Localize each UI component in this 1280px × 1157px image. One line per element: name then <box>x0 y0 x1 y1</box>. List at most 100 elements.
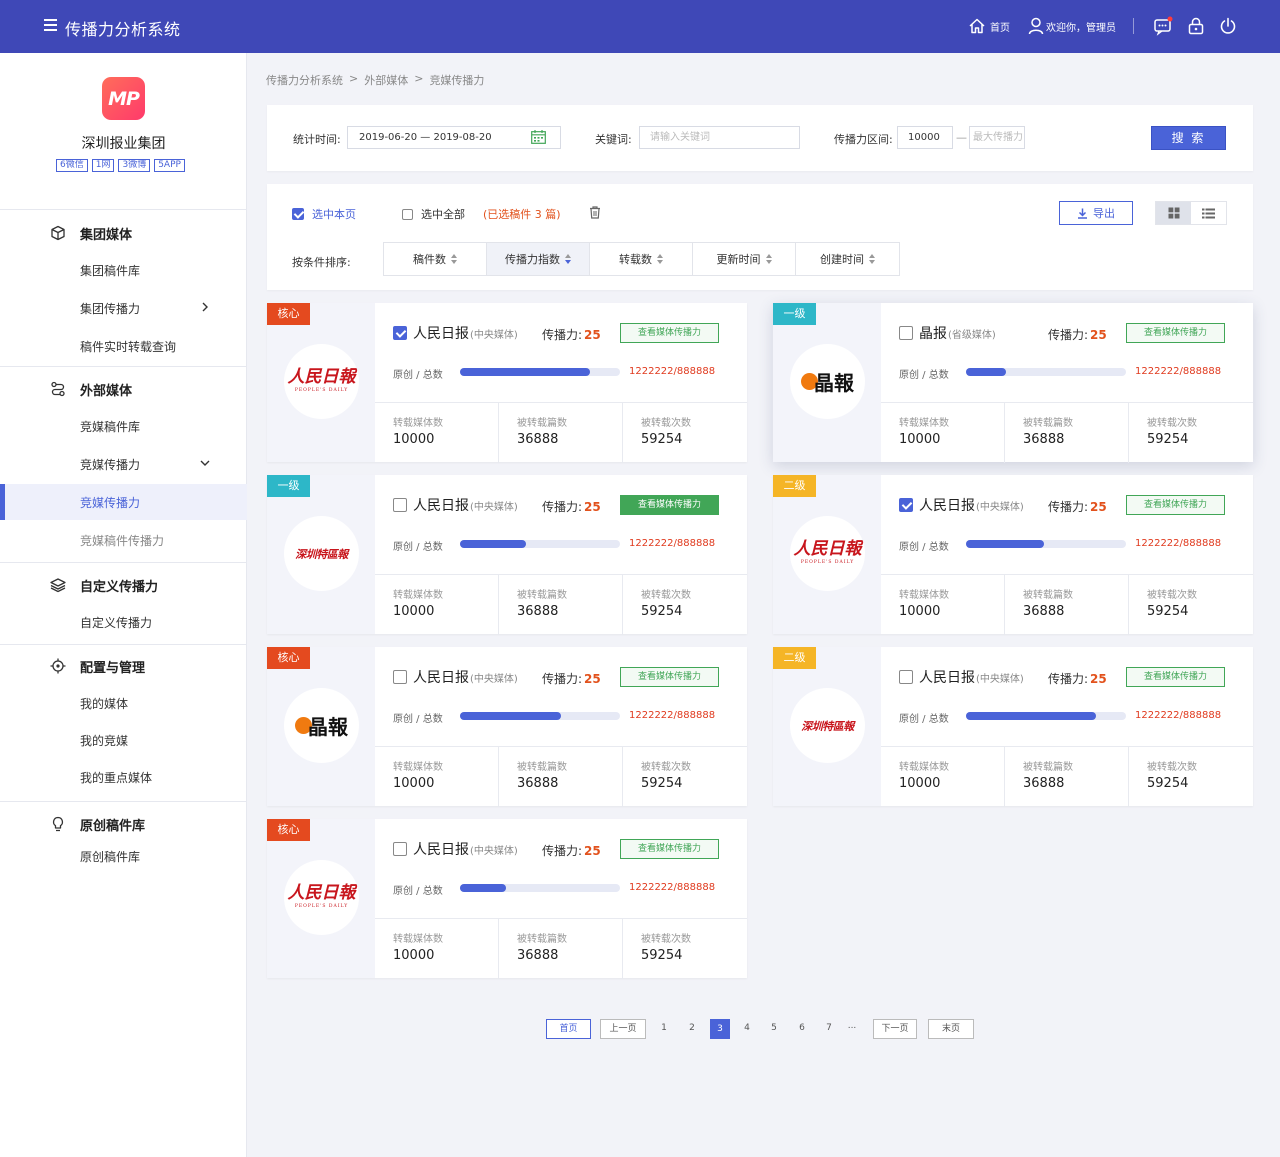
media-type: (中央媒体) <box>470 501 518 513</box>
group-original[interactable]: 原创稿件库 <box>0 814 247 834</box>
media-card[interactable]: 一级 深圳特區報 人民日报 (中央媒体) 传播力: 25 查看媒体传播力 原创 /… <box>267 475 747 635</box>
sidebar-item-label: 稿件实时转载查询 <box>80 340 177 354</box>
sidebar-item-group-power[interactable]: 集团传播力 <box>0 290 247 326</box>
sort-created[interactable]: 创建时间 <box>796 243 899 275</box>
view-media-power-button[interactable]: 查看媒体传播力 <box>620 667 719 687</box>
view-media-power-button[interactable]: 查看媒体传播力 <box>620 495 719 515</box>
card-checkbox[interactable] <box>899 498 913 512</box>
checkbox-checked[interactable] <box>292 208 304 220</box>
pager-page[interactable]: 1 <box>658 1019 670 1039</box>
menu-icon[interactable] <box>44 19 57 31</box>
tag-app[interactable]: 5APP <box>154 159 185 172</box>
sort-reprints[interactable]: 转载数 <box>590 243 693 275</box>
card-checkbox[interactable] <box>393 498 407 512</box>
trash-icon[interactable] <box>589 206 601 219</box>
media-card[interactable]: 二级 人民日報 PEOPLE'S DAILY 人民日报 (中央媒体) 传播力: 25… <box>773 475 1253 635</box>
view-media-power-button[interactable]: 查看媒体传播力 <box>620 839 719 859</box>
sidebar-item-my-media[interactable]: 我的媒体 <box>0 685 247 721</box>
group-title-label: 配置与管理 <box>80 660 146 676</box>
sidebar-item-custom-power[interactable]: 自定义传播力 <box>0 604 247 640</box>
tag-wechat[interactable]: 6微信 <box>56 159 88 172</box>
group-config[interactable]: 配置与管理 <box>0 656 247 676</box>
sidebar-item-competitor-power-parent[interactable]: 竞媒传播力 <box>0 446 247 482</box>
view-media-power-button[interactable]: 查看媒体传播力 <box>1126 667 1225 687</box>
power-value: 25 <box>1090 500 1107 514</box>
pager-page[interactable]: 6 <box>796 1019 808 1039</box>
pager-page[interactable]: 7 <box>823 1019 835 1039</box>
pager-page[interactable]: 4 <box>741 1019 753 1039</box>
power-score: 传播力: 25 <box>1048 500 1107 514</box>
sidebar-item-group-library[interactable]: 集团稿件库 <box>0 252 247 288</box>
home-link[interactable]: 首页 <box>968 17 1010 35</box>
select-page-checkbox[interactable]: 选中本页 <box>292 206 356 222</box>
user-icon <box>1028 17 1044 35</box>
pager-page[interactable]: 2 <box>686 1019 698 1039</box>
media-card[interactable]: 核心 人民日報 PEOPLE'S DAILY 人民日报 (中央媒体) 传播力: 25… <box>267 303 747 463</box>
tag-weibo[interactable]: 3微博 <box>118 159 151 172</box>
sidebar-item-my-competitors[interactable]: 我的竞媒 <box>0 722 247 758</box>
sort-label: 按条件排序: <box>292 256 351 269</box>
group-external-media[interactable]: 外部媒体 <box>0 379 247 399</box>
sidebar-item-competitor-library[interactable]: 竞媒稿件库 <box>0 408 247 444</box>
media-card[interactable]: 二级 深圳特區報 人民日报 (中央媒体) 传播力: 25 查看媒体传播力 原创 /… <box>773 647 1253 807</box>
sidebar-item-competitor-article-power[interactable]: 竞媒稿件传播力 <box>0 522 247 558</box>
checkbox-unchecked[interactable] <box>402 208 413 220</box>
range-min-input[interactable]: 10000 <box>897 126 953 149</box>
lock-button[interactable] <box>1186 16 1206 36</box>
media-card[interactable]: 核心 晶報 人民日报 (中央媒体) 传播力: 25 查看媒体传播力 原创 / 总数… <box>267 647 747 807</box>
sidebar-item-label: 竞媒稿件库 <box>80 420 141 434</box>
sort-power-index[interactable]: 传播力指数 <box>487 243 590 275</box>
list-view-button[interactable] <box>1191 202 1226 224</box>
card-checkbox[interactable] <box>393 326 407 340</box>
sort-icon <box>765 254 772 264</box>
view-media-power-button[interactable]: 查看媒体传播力 <box>620 323 719 343</box>
pager-page[interactable]: 5 <box>768 1019 780 1039</box>
search-button[interactable]: 搜 索 <box>1151 126 1226 150</box>
card-checkbox[interactable] <box>393 670 407 684</box>
export-button[interactable]: 导出 <box>1059 201 1133 225</box>
card-checkbox[interactable] <box>899 670 913 684</box>
pager-first[interactable]: 首页 <box>546 1019 591 1039</box>
card-checkbox[interactable] <box>899 326 913 340</box>
power-score: 传播力: 25 <box>542 672 601 686</box>
media-card[interactable]: 一级 晶報 晶报 (省级媒体) 传播力: 25 查看媒体传播力 原创 / 总数 1… <box>773 303 1253 463</box>
keyword-input[interactable]: 请输入关键词 <box>639 126 800 149</box>
calendar-icon[interactable] <box>531 130 546 144</box>
sidebar-item-competitor-power[interactable]: 竞媒传播力 <box>0 484 247 520</box>
stat-reprint-times: 被转载次数 59254 <box>641 590 691 619</box>
view-media-power-button[interactable]: 查看媒体传播力 <box>1126 323 1225 343</box>
select-all-checkbox[interactable]: 选中全部 <box>402 206 465 222</box>
tag-web[interactable]: 1网 <box>91 159 115 172</box>
pager-next[interactable]: 下一页 <box>873 1019 917 1039</box>
sidebar-item-original-library[interactable]: 原创稿件库 <box>0 838 247 874</box>
stat-reprint-media: 转载媒体数 10000 <box>375 747 499 807</box>
level-badge: 核心 <box>267 819 310 841</box>
view-media-power-button[interactable]: 查看媒体传播力 <box>1126 495 1225 515</box>
media-card[interactable]: 核心 人民日報 PEOPLE'S DAILY 人民日报 (中央媒体) 传播力: 25… <box>267 819 747 979</box>
breadcrumb-item[interactable]: 外部媒体 <box>364 72 408 88</box>
sort-icon <box>657 254 663 264</box>
level-badge: 二级 <box>773 647 816 669</box>
sort-updated[interactable]: 更新时间 <box>693 243 796 275</box>
user-menu[interactable]: 欢迎你，管理员 <box>1028 17 1116 35</box>
range-max-input[interactable]: 最大传播力 <box>969 126 1025 149</box>
group-custom-power[interactable]: 自定义传播力 <box>0 575 247 595</box>
pager-prev[interactable]: 上一页 <box>600 1019 646 1039</box>
shenzhen-special-zone-logo: 深圳特區報 <box>295 547 348 561</box>
date-range-value: 2019-06-20 — 2019-08-20 <box>359 132 492 143</box>
card-checkbox[interactable] <box>393 842 407 856</box>
pager-page-current[interactable]: 3 <box>710 1019 730 1039</box>
sidebar-item-label: 原创稿件库 <box>80 850 141 864</box>
message-button[interactable] <box>1153 16 1173 36</box>
sort-articles[interactable]: 稿件数 <box>384 243 487 275</box>
card-stats: 转载媒体数 10000 被转载篇数 36888 被转载次数 59254 <box>881 402 1253 463</box>
group-group-media[interactable]: 集团媒体 <box>0 223 247 243</box>
breadcrumb-item[interactable]: 传播力分析系统 <box>266 72 343 88</box>
sidebar-item-realtime-query[interactable]: 稿件实时转载查询 <box>0 328 247 364</box>
pager-last[interactable]: 末页 <box>928 1019 974 1039</box>
date-range-input[interactable]: 2019-06-20 — 2019-08-20 <box>347 126 561 149</box>
grid-view-button[interactable] <box>1156 202 1191 224</box>
sidebar-item-key-media[interactable]: 我的重点媒体 <box>0 759 247 795</box>
card-title-row: 人民日报 (中央媒体) <box>899 496 1024 514</box>
logout-button[interactable] <box>1218 16 1238 36</box>
